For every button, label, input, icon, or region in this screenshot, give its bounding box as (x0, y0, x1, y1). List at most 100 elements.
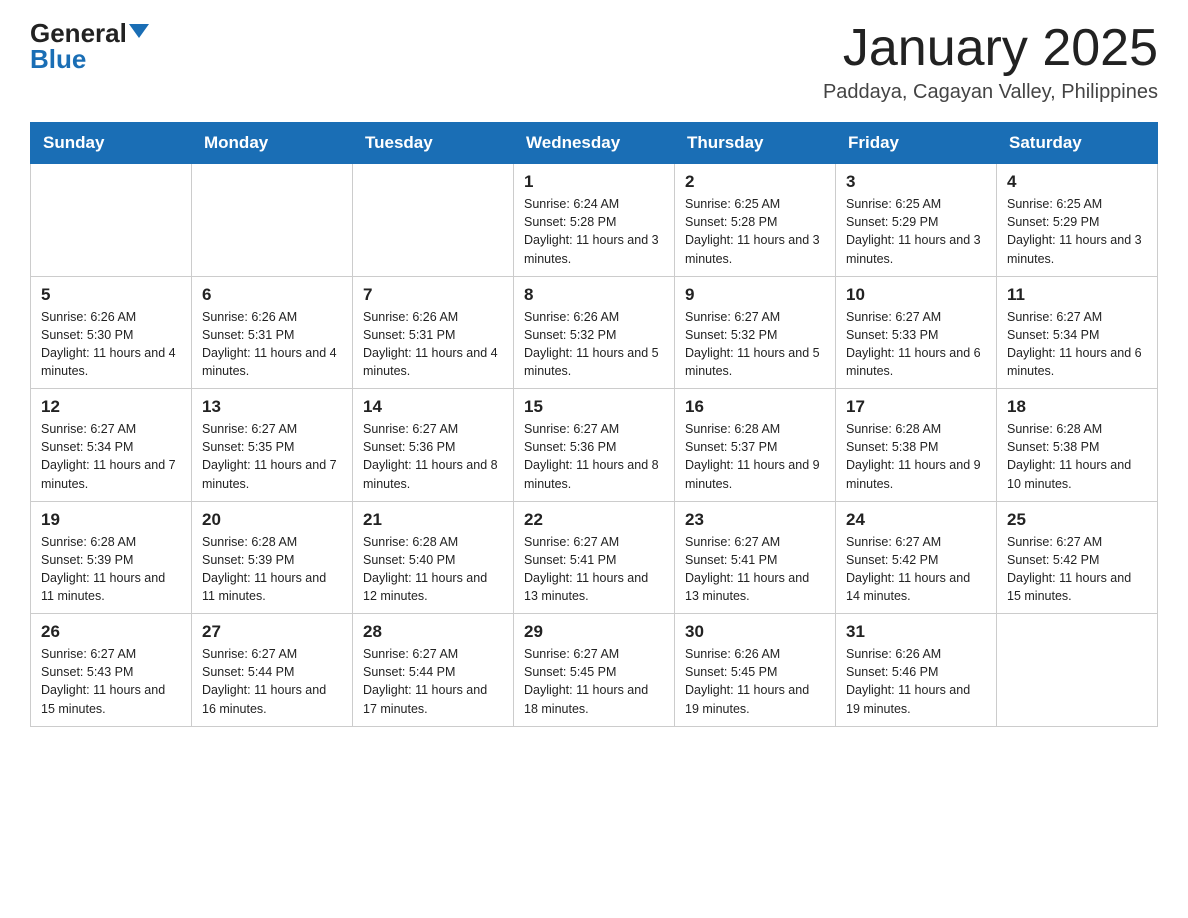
day-number: 27 (202, 622, 342, 642)
day-info: Sunrise: 6:27 AMSunset: 5:44 PMDaylight:… (363, 645, 503, 718)
day-info: Sunrise: 6:27 AMSunset: 5:32 PMDaylight:… (685, 308, 825, 381)
day-number: 4 (1007, 172, 1147, 192)
day-number: 20 (202, 510, 342, 530)
day-number: 31 (846, 622, 986, 642)
weekday-header-monday: Monday (192, 123, 353, 164)
day-info: Sunrise: 6:25 AMSunset: 5:28 PMDaylight:… (685, 195, 825, 268)
calendar-cell (353, 164, 514, 277)
calendar-week-row: 5Sunrise: 6:26 AMSunset: 5:30 PMDaylight… (31, 276, 1158, 389)
day-number: 22 (524, 510, 664, 530)
calendar-cell: 1 Sunrise: 6:24 AMSunset: 5:28 PMDaylight… (514, 164, 675, 277)
calendar-cell: 11Sunrise: 6:27 AMSunset: 5:34 PMDayligh… (997, 276, 1158, 389)
day-info: Sunrise: 6:26 AMSunset: 5:32 PMDaylight:… (524, 308, 664, 381)
calendar-cell: 20 Sunrise: 6:28 AMSunset: 5:39 PMDayligh… (192, 501, 353, 614)
calendar-cell: 24 Sunrise: 6:27 AMSunset: 5:42 PMDayligh… (836, 501, 997, 614)
calendar-week-row: 19 Sunrise: 6:28 AMSunset: 5:39 PMDayligh… (31, 501, 1158, 614)
calendar-cell: 23 Sunrise: 6:27 AMSunset: 5:41 PMDayligh… (675, 501, 836, 614)
day-number: 5 (41, 285, 181, 305)
calendar-week-row: 26Sunrise: 6:27 AMSunset: 5:43 PMDayligh… (31, 614, 1158, 727)
calendar-cell: 9 Sunrise: 6:27 AMSunset: 5:32 PMDaylight… (675, 276, 836, 389)
day-number: 16 (685, 397, 825, 417)
day-number: 10 (846, 285, 986, 305)
weekday-header-tuesday: Tuesday (353, 123, 514, 164)
day-number: 30 (685, 622, 825, 642)
calendar-cell: 22 Sunrise: 6:27 AMSunset: 5:41 PMDayligh… (514, 501, 675, 614)
page-header: General Blue January 2025 Paddaya, Cagay… (30, 20, 1158, 104)
day-number: 11 (1007, 285, 1147, 305)
calendar-cell: 14 Sunrise: 6:27 AMSunset: 5:36 PMDayligh… (353, 389, 514, 502)
day-number: 21 (363, 510, 503, 530)
day-number: 3 (846, 172, 986, 192)
day-info: Sunrise: 6:27 AMSunset: 5:35 PMDaylight:… (202, 420, 342, 493)
day-number: 28 (363, 622, 503, 642)
calendar-cell: 3 Sunrise: 6:25 AMSunset: 5:29 PMDaylight… (836, 164, 997, 277)
calendar-cell: 7 Sunrise: 6:26 AMSunset: 5:31 PMDaylight… (353, 276, 514, 389)
day-number: 15 (524, 397, 664, 417)
calendar-cell (192, 164, 353, 277)
day-info: Sunrise: 6:28 AMSunset: 5:40 PMDaylight:… (363, 533, 503, 606)
day-number: 17 (846, 397, 986, 417)
weekday-header-wednesday: Wednesday (514, 123, 675, 164)
day-number: 9 (685, 285, 825, 305)
calendar-cell: 21 Sunrise: 6:28 AMSunset: 5:40 PMDayligh… (353, 501, 514, 614)
day-info: Sunrise: 6:27 AMSunset: 5:42 PMDaylight:… (1007, 533, 1147, 606)
day-number: 25 (1007, 510, 1147, 530)
day-info: Sunrise: 6:24 AMSunset: 5:28 PMDaylight:… (524, 195, 664, 268)
location-subtitle: Paddaya, Cagayan Valley, Philippines (823, 81, 1158, 104)
calendar-cell: 6 Sunrise: 6:26 AMSunset: 5:31 PMDaylight… (192, 276, 353, 389)
logo: General Blue (30, 20, 149, 72)
day-info: Sunrise: 6:28 AMSunset: 5:37 PMDaylight:… (685, 420, 825, 493)
day-info: Sunrise: 6:28 AMSunset: 5:38 PMDaylight:… (846, 420, 986, 493)
day-number: 8 (524, 285, 664, 305)
day-number: 14 (363, 397, 503, 417)
logo-general: General (30, 20, 127, 46)
day-info: Sunrise: 6:25 AMSunset: 5:29 PMDaylight:… (846, 195, 986, 268)
day-info: Sunrise: 6:26 AMSunset: 5:31 PMDaylight:… (363, 308, 503, 381)
day-number: 26 (41, 622, 181, 642)
day-info: Sunrise: 6:27 AMSunset: 5:45 PMDaylight:… (524, 645, 664, 718)
day-number: 19 (41, 510, 181, 530)
logo-triangle-icon (129, 24, 149, 38)
month-title: January 2025 (823, 20, 1158, 77)
day-number: 12 (41, 397, 181, 417)
calendar-cell: 30Sunrise: 6:26 AMSunset: 5:45 PMDayligh… (675, 614, 836, 727)
day-number: 18 (1007, 397, 1147, 417)
calendar-cell: 31Sunrise: 6:26 AMSunset: 5:46 PMDayligh… (836, 614, 997, 727)
weekday-header-friday: Friday (836, 123, 997, 164)
day-info: Sunrise: 6:27 AMSunset: 5:41 PMDaylight:… (685, 533, 825, 606)
day-info: Sunrise: 6:28 AMSunset: 5:38 PMDaylight:… (1007, 420, 1147, 493)
calendar-cell: 29 Sunrise: 6:27 AMSunset: 5:45 PMDayligh… (514, 614, 675, 727)
calendar-cell: 2Sunrise: 6:25 AMSunset: 5:28 PMDaylight… (675, 164, 836, 277)
day-info: Sunrise: 6:27 AMSunset: 5:36 PMDaylight:… (363, 420, 503, 493)
day-number: 7 (363, 285, 503, 305)
weekday-header-sunday: Sunday (31, 123, 192, 164)
day-info: Sunrise: 6:27 AMSunset: 5:42 PMDaylight:… (846, 533, 986, 606)
calendar-cell: 4 Sunrise: 6:25 AMSunset: 5:29 PMDaylight… (997, 164, 1158, 277)
day-info: Sunrise: 6:27 AMSunset: 5:36 PMDaylight:… (524, 420, 664, 493)
calendar-cell: 5Sunrise: 6:26 AMSunset: 5:30 PMDaylight… (31, 276, 192, 389)
day-number: 1 (524, 172, 664, 192)
weekday-header-saturday: Saturday (997, 123, 1158, 164)
calendar-cell (997, 614, 1158, 727)
day-info: Sunrise: 6:27 AMSunset: 5:41 PMDaylight:… (524, 533, 664, 606)
day-info: Sunrise: 6:28 AMSunset: 5:39 PMDaylight:… (202, 533, 342, 606)
calendar-cell: 28 Sunrise: 6:27 AMSunset: 5:44 PMDayligh… (353, 614, 514, 727)
day-info: Sunrise: 6:27 AMSunset: 5:44 PMDaylight:… (202, 645, 342, 718)
day-info: Sunrise: 6:26 AMSunset: 5:31 PMDaylight:… (202, 308, 342, 381)
calendar-cell: 15 Sunrise: 6:27 AMSunset: 5:36 PMDayligh… (514, 389, 675, 502)
day-number: 29 (524, 622, 664, 642)
day-number: 24 (846, 510, 986, 530)
calendar-cell: 27 Sunrise: 6:27 AMSunset: 5:44 PMDayligh… (192, 614, 353, 727)
day-number: 6 (202, 285, 342, 305)
calendar-cell: 8 Sunrise: 6:26 AMSunset: 5:32 PMDaylight… (514, 276, 675, 389)
calendar-cell: 26Sunrise: 6:27 AMSunset: 5:43 PMDayligh… (31, 614, 192, 727)
calendar-cell: 18 Sunrise: 6:28 AMSunset: 5:38 PMDayligh… (997, 389, 1158, 502)
calendar-cell: 19Sunrise: 6:28 AMSunset: 5:39 PMDayligh… (31, 501, 192, 614)
day-info: Sunrise: 6:25 AMSunset: 5:29 PMDaylight:… (1007, 195, 1147, 268)
calendar-cell: 16 Sunrise: 6:28 AMSunset: 5:37 PMDayligh… (675, 389, 836, 502)
calendar-cell (31, 164, 192, 277)
weekday-header-row: SundayMondayTuesdayWednesdayThursdayFrid… (31, 123, 1158, 164)
calendar-cell: 10Sunrise: 6:27 AMSunset: 5:33 PMDayligh… (836, 276, 997, 389)
day-number: 23 (685, 510, 825, 530)
logo-blue: Blue (30, 46, 86, 72)
